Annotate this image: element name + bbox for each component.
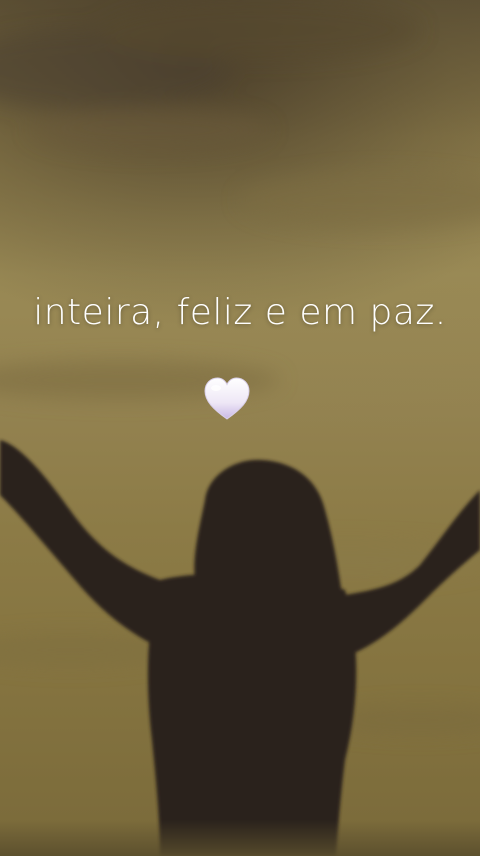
story-frame: inteira, feliz e em paz. xyxy=(0,0,480,856)
woman-silhouette xyxy=(0,440,480,856)
horizon xyxy=(0,820,480,856)
